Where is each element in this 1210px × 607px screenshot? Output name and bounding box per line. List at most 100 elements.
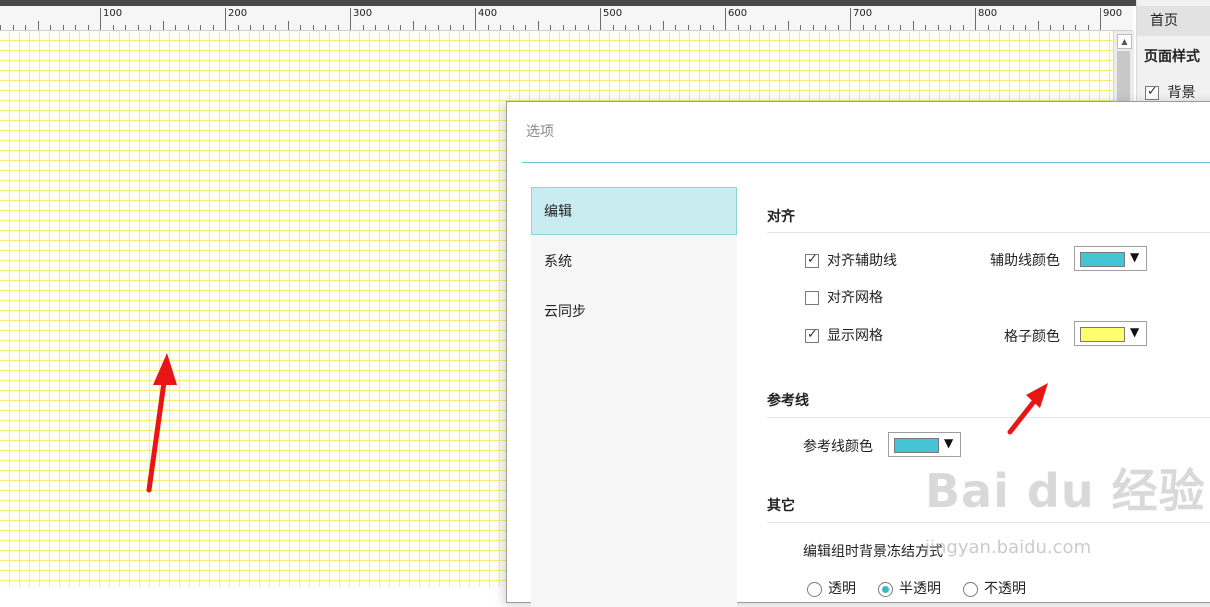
ruler-tick <box>13 25 14 30</box>
scroll-up-icon[interactable]: ▲ <box>1117 34 1132 49</box>
dropdown-arrow-icon: ▼ <box>1130 325 1140 339</box>
ruler-tick <box>538 21 539 30</box>
ruler-tick <box>238 25 239 30</box>
ruler-label: 800 <box>978 8 998 19</box>
ruler-tick <box>263 25 264 30</box>
ruler-tick <box>425 25 426 30</box>
ruler-tick <box>1025 25 1026 30</box>
ruler-tick <box>550 25 551 30</box>
ruler-label: 100 <box>103 8 123 19</box>
ruler-tick <box>1013 25 1014 30</box>
ruler-tick <box>413 21 414 30</box>
ruler-tick <box>838 25 839 30</box>
ruler-tick <box>225 8 226 30</box>
ruler-tick <box>925 25 926 30</box>
dropdown-arrow-icon: ▼ <box>944 436 954 450</box>
reference-color-swatch <box>894 438 939 453</box>
ruler-tick <box>388 25 389 30</box>
ruler-tick <box>688 25 689 30</box>
show-grid-checkbox[interactable]: ✓ <box>805 327 819 343</box>
ruler-tick <box>1088 25 1089 30</box>
ruler-tick <box>850 8 851 30</box>
ruler-tick <box>38 21 39 30</box>
nav-item-cloud-sync[interactable]: 云同步 <box>531 287 737 335</box>
show-grid-option[interactable]: ✓ 显示网格 <box>805 325 883 345</box>
ruler-tick <box>950 25 951 30</box>
ruler-tick <box>700 25 701 30</box>
background-checkbox[interactable]: ✓ <box>1145 84 1159 100</box>
ruler-tick <box>913 21 914 30</box>
annotation-arrow-left <box>146 353 177 493</box>
ruler-tick <box>375 25 376 30</box>
ruler-tick <box>213 25 214 30</box>
ruler-label: 300 <box>353 8 373 19</box>
ruler-tick <box>988 25 989 30</box>
ruler-tick <box>175 25 176 30</box>
snap-guides-checkbox[interactable]: ✓ <box>805 252 819 268</box>
guide-color-label: 辅助线颜色 <box>990 253 1060 269</box>
ruler-tick <box>450 25 451 30</box>
grid-color-label: 格子颜色 <box>1004 329 1060 345</box>
ruler-tick <box>575 25 576 30</box>
guide-color-picker[interactable]: ▼ <box>1074 246 1147 271</box>
tab-home[interactable]: 首页 <box>1137 6 1210 36</box>
ruler-tick <box>113 25 114 30</box>
ruler-tick <box>713 25 714 30</box>
grid-color-swatch <box>1080 327 1125 342</box>
reference-section-heading: 参考线 <box>767 393 809 409</box>
reference-color-label: 参考线颜色 <box>803 439 873 455</box>
nav-item-system[interactable]: 系统 <box>531 237 737 285</box>
ruler-tick <box>738 25 739 30</box>
guide-color-swatch <box>1080 252 1125 267</box>
freeze-option-label: 不透明 <box>984 581 1026 597</box>
ruler-tick <box>725 8 726 30</box>
reference-color-picker[interactable]: ▼ <box>888 432 961 457</box>
page-style-heading: 页面样式 <box>1144 49 1200 65</box>
ruler-tick <box>338 25 339 30</box>
ruler-tick <box>1100 8 1101 30</box>
check-icon: ✓ <box>1147 84 1158 99</box>
ruler-tick <box>250 25 251 30</box>
ruler-tick <box>1063 25 1064 30</box>
ruler-label: 600 <box>728 8 748 19</box>
other-section-heading: 其它 <box>767 498 795 514</box>
baidu-watermark-logo: Bai du 经验 <box>925 464 1206 518</box>
ruler-tick <box>1000 25 1001 30</box>
ruler-tick <box>75 25 76 30</box>
radio-opaque[interactable] <box>963 581 978 597</box>
ruler-tick <box>563 25 564 30</box>
ruler-label: 700 <box>853 8 873 19</box>
ruler-tick <box>588 25 589 30</box>
ruler-tick <box>25 25 26 30</box>
ruler-tick <box>300 25 301 30</box>
ruler-tick <box>963 25 964 30</box>
radio-transparent[interactable] <box>807 581 822 597</box>
ruler-tick <box>88 25 89 30</box>
dropdown-arrow-icon: ▼ <box>1130 250 1140 264</box>
check-icon: ✓ <box>807 327 818 342</box>
ruler-label: 400 <box>478 8 498 19</box>
ruler-tick <box>400 25 401 30</box>
grid-color-picker[interactable]: ▼ <box>1074 321 1147 346</box>
snap-grid-checkbox[interactable] <box>805 291 819 305</box>
reference-section-divider <box>767 417 1210 418</box>
background-toggle[interactable]: ✓ 背景 <box>1145 82 1195 102</box>
snap-grid-option[interactable]: 对齐网格 <box>805 287 883 307</box>
ruler-label: 900 <box>1103 8 1123 19</box>
freeze-option-transparent[interactable]: 透明 <box>807 578 856 598</box>
ruler-tick <box>288 21 289 30</box>
ruler-tick <box>63 25 64 30</box>
ruler-tick <box>763 25 764 30</box>
nav-item-edit[interactable]: 编辑 <box>531 187 737 235</box>
snap-guides-option[interactable]: ✓ 对齐辅助线 <box>805 250 897 270</box>
ruler-tick <box>800 25 801 30</box>
freeze-option-semi[interactable]: 半透明 <box>878 578 941 598</box>
ruler-tick <box>863 25 864 30</box>
check-icon: ✓ <box>807 252 818 267</box>
baidu-watermark-url: jingyan.baidu.com <box>925 537 1092 558</box>
show-grid-label: 显示网格 <box>827 328 883 344</box>
ruler-tick <box>663 21 664 30</box>
freeze-option-opaque[interactable]: 不透明 <box>963 578 1026 598</box>
ruler-tick <box>788 21 789 30</box>
radio-semi-transparent[interactable] <box>878 581 893 597</box>
